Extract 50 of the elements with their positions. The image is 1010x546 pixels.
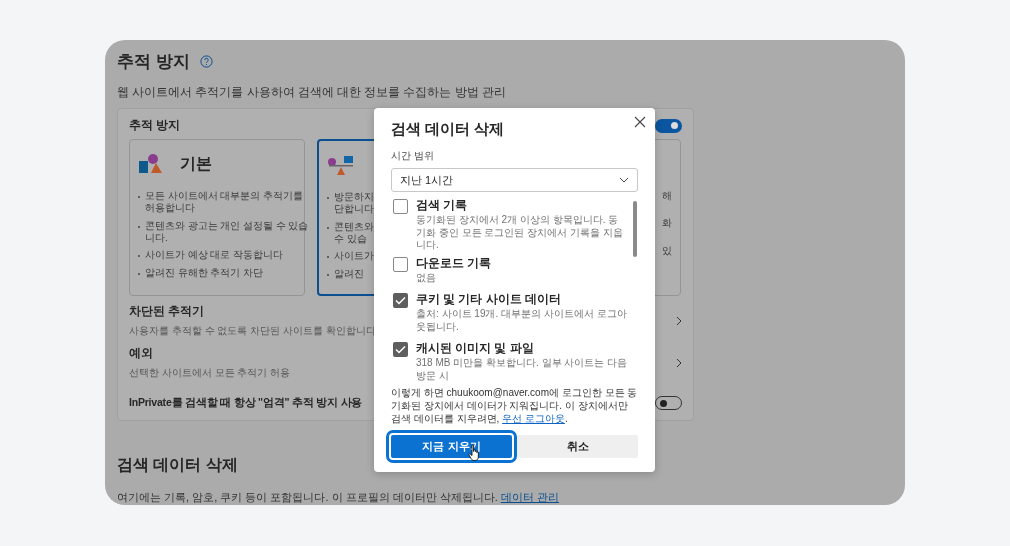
checkbox-label[interactable]: 캐시된 이미지 및 파일 <box>416 341 628 356</box>
chevron-down-icon <box>619 177 629 183</box>
option-title: 기본 <box>180 153 212 174</box>
option-bullet: 콘텐츠와 수 있습 <box>334 220 374 246</box>
section-title: 검색 데이터 삭제 <box>117 455 238 475</box>
section-description: 여기에는 기록, 암호, 쿠키 등이 포함됩니다. 이 프로필의 데이터만 삭제됩니다. 데이터 관리 <box>117 490 559 505</box>
option-bullet: 있 <box>662 244 672 258</box>
dialog-title: 검색 데이터 삭제 <box>391 120 506 139</box>
toggle-switch[interactable] <box>655 118 682 133</box>
section-description: 웹 사이트에서 추적기를 사용하여 검색에 대한 정보를 수집하는 방법 관리 <box>117 85 507 100</box>
sign-out-link[interactable]: 우선 로그아웃 <box>502 413 565 424</box>
checkbox-label[interactable]: 다운로드 기록 <box>416 255 628 271</box>
checkbox[interactable] <box>393 342 408 357</box>
checkbox-description: 318 MB 미만을 확보합니다. 일부 사이트는 다음 방문 시 <box>416 357 628 382</box>
sync-note: 이렇게 하면 chuukoom@naver.com에 로그인한 모든 동기화된 장치에서 데이터가 지워집니다. 이 장치에서만 검색 데이터를 지우려면, 우선 로그아웃. <box>391 386 638 425</box>
shapes-icon <box>138 153 164 175</box>
setting-label: 추적 방지 <box>129 118 181 133</box>
scrollbar[interactable] <box>633 201 637 257</box>
checkbox[interactable] <box>393 256 408 272</box>
manage-data-link[interactable]: 데이터 관리 <box>500 491 559 503</box>
option-bullet: 화 <box>662 217 672 230</box>
help-icon[interactable] <box>199 55 213 68</box>
option-bullet: 모든 사이트에서 대부분의 추적기를 허용합니다 <box>145 190 303 215</box>
chevron-right-icon <box>676 358 682 368</box>
cancel-button[interactable]: 취소 <box>517 435 638 458</box>
checkbox-description: 동기화된 장치에서 2개 이상의 항목입니다. 동기화 중인 모든 로그인된 장치에서 기록을 지웁니다. <box>416 214 624 252</box>
chevron-right-icon <box>676 316 682 326</box>
option-bullet: 사이트가 예상 대로 작동합니다 <box>145 249 283 262</box>
option-bullet: 방문하지 단합니다 <box>334 191 374 216</box>
checkbox[interactable] <box>393 199 408 214</box>
setting-title[interactable]: 예외 <box>129 346 291 361</box>
setting-description: 사용자를 추적할 수 없도록 차단된 사이트를 확인합니다 <box>129 324 376 338</box>
option-bullet: 알려진 <box>334 267 364 281</box>
setting-title[interactable]: 차단된 추적기 <box>129 304 376 319</box>
field-label: 시간 범위 <box>391 149 435 163</box>
time-range-dropdown[interactable]: 지난 1시간 <box>391 168 638 192</box>
close-icon[interactable] <box>634 116 646 128</box>
option-bullet: 알려진 유해한 추적기 차단 <box>145 266 263 280</box>
setting-title: InPrivate를 검색할 때 항상 "엄격" 추적 방지 사용 <box>129 396 363 410</box>
checkbox-label[interactable]: 검색 기록 <box>416 198 628 213</box>
checkbox[interactable] <box>393 293 408 308</box>
balance-icon <box>327 154 355 176</box>
checkbox-label[interactable]: 쿠키 및 기타 사이트 데이터 <box>416 292 628 307</box>
section-title: 추적 방지 <box>117 51 190 73</box>
setting-description: 선택한 사이트에서 모든 추적기 허용 <box>129 366 291 380</box>
option-bullet: 해 <box>662 190 672 203</box>
option-card[interactable]: 기본 모든 사이트에서 대부분의 추적기를 허용합니다 콘텐츠와 광고는 개인 설정될 수 있습 니다. 사이트가 예상 대로 작동합니다 알려진 유해한 추적기 차단 <box>129 139 305 296</box>
checkbox-description: 출처: 사이트 19개. 대부분의 사이트에서 로그아웃됩니다. <box>416 308 628 333</box>
option-bullet: 사이트가 <box>334 250 374 263</box>
checkbox-description: 없음 <box>416 271 437 284</box>
